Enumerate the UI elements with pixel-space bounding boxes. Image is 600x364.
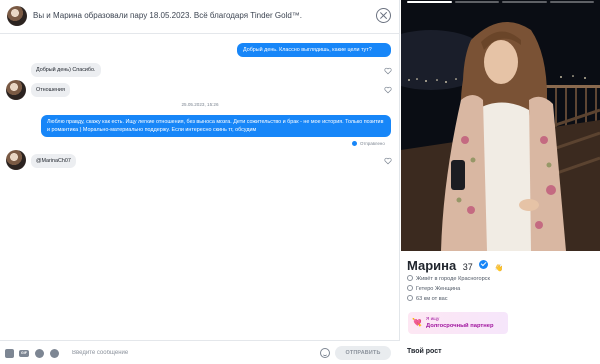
like-heart-icon[interactable] [384,86,392,94]
profile-location: Живёт в городе Красногорск [407,275,490,282]
match-avatar[interactable] [7,6,27,26]
photo-page-indicator[interactable] [454,1,499,3]
message-composer: GIF ОТПРАВИТЬ [0,340,400,364]
send-button[interactable]: ОТПРАВИТЬ [335,346,391,360]
music-icon[interactable] [50,349,59,358]
relationship-goal-card: 💘 Я ищу Долгосрочный партнер [408,312,508,334]
message-input[interactable] [72,347,312,359]
profile-name-row: Марина 37 👋 [407,257,503,275]
profile-panel: Марина 37 👋 Живёт в городе Красногорск Г… [401,0,600,364]
goal-label: Я ищу [426,316,440,321]
gif-button[interactable]: GIF [19,350,29,357]
profile-distance: 63 км от вас [407,295,448,302]
close-icon[interactable] [376,8,391,23]
location-pin-icon [407,295,413,301]
profile-photo-image [401,0,600,251]
cupid-heart-icon: 💘 [412,318,422,327]
image-icon[interactable] [5,349,14,358]
goal-value: Долгосрочный партнер [426,323,494,329]
status-text: Отправлено [360,141,385,146]
verified-badge-icon [479,260,489,269]
message-incoming: @MarinaCh07 [31,154,76,168]
profile-orientation: Гетеро Женщина [407,285,460,292]
like-heart-icon[interactable] [384,67,392,75]
chat-panel: Вы и Марина образовали пару 18.05.2023. … [0,0,400,364]
distance-text: 63 км от вас [416,296,448,302]
match-avatar[interactable] [6,80,26,100]
like-heart-icon[interactable] [384,157,392,165]
sticker-icon[interactable] [35,349,44,358]
message-incoming: Отношения [31,83,70,97]
profile-photo[interactable] [401,0,600,251]
photo-pagination [407,1,594,3]
match-title: Вы и Марина образовали пару 18.05.2023. … [33,11,303,20]
height-section-title: Твой рост [407,348,442,355]
sent-status-icon [352,141,357,147]
photo-page-indicator[interactable] [407,1,452,3]
message-incoming: Добрый день) Спасибо. [31,63,101,77]
date-divider: 25.05.2023, 15:26 [181,102,219,107]
profile-age: 37 [462,262,473,272]
message-status: Отправлено [352,141,385,147]
message-outgoing: Люблю правду, скажу как есть. Ищу легкие… [41,115,391,137]
gender-icon [407,285,413,291]
wave-icon: 👋 [494,265,504,272]
emoji-icon[interactable] [320,348,330,358]
chat-header: Вы и Марина образовали пару 18.05.2023. … [0,0,400,34]
photo-page-indicator[interactable] [549,1,594,3]
location-text: Живёт в городе Красногорск [416,276,490,282]
photo-page-indicator[interactable] [502,1,547,3]
orientation-text: Гетеро Женщина [416,286,461,292]
match-avatar[interactable] [6,150,26,170]
message-outgoing: Добрый день. Классно выглядишь, какие це… [237,43,391,57]
home-icon [407,275,413,281]
profile-name: Марина [407,258,457,273]
